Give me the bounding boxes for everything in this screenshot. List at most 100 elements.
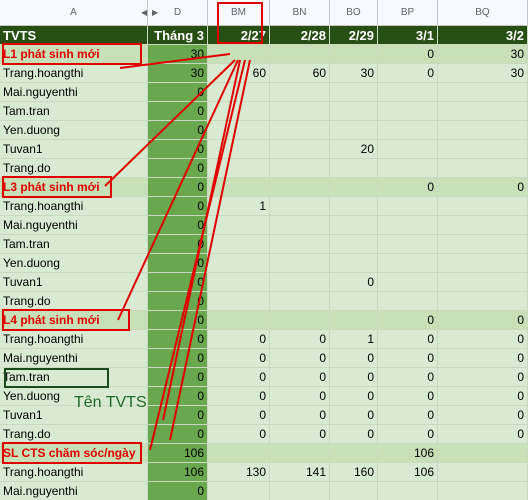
value-cell[interactable] xyxy=(378,102,438,121)
value-cell[interactable] xyxy=(330,197,378,216)
value-cell[interactable]: 0 xyxy=(148,349,208,368)
value-cell[interactable] xyxy=(378,216,438,235)
value-cell[interactable] xyxy=(270,482,330,500)
value-cell[interactable]: 0 xyxy=(148,273,208,292)
value-cell[interactable]: 20 xyxy=(330,140,378,159)
selected-cell[interactable] xyxy=(4,368,109,388)
value-cell[interactable] xyxy=(438,102,528,121)
value-cell[interactable]: 106 xyxy=(148,463,208,482)
value-cell[interactable]: 0 xyxy=(378,406,438,425)
value-cell[interactable] xyxy=(330,292,378,311)
column-header-a[interactable]: A xyxy=(0,0,148,26)
value-cell[interactable] xyxy=(438,235,528,254)
value-cell[interactable] xyxy=(270,159,330,178)
value-cell[interactable] xyxy=(438,444,528,463)
value-cell[interactable] xyxy=(330,83,378,102)
value-cell[interactable] xyxy=(378,235,438,254)
staff-name-cell[interactable]: Trang.hoangthi xyxy=(0,197,148,216)
value-cell[interactable]: 0 xyxy=(438,178,528,197)
header-date[interactable]: 2/28 xyxy=(270,26,330,45)
value-cell[interactable] xyxy=(270,45,330,64)
value-cell[interactable]: 0 xyxy=(438,425,528,444)
column-scroll-right-icon[interactable]: ▶ xyxy=(152,8,158,17)
value-cell[interactable] xyxy=(208,292,270,311)
value-cell[interactable] xyxy=(270,102,330,121)
value-cell[interactable] xyxy=(438,254,528,273)
value-cell[interactable]: 30 xyxy=(148,64,208,83)
value-cell[interactable] xyxy=(330,121,378,140)
value-cell[interactable]: 0 xyxy=(330,406,378,425)
value-cell[interactable] xyxy=(330,235,378,254)
value-cell[interactable] xyxy=(438,482,528,500)
value-cell[interactable] xyxy=(270,292,330,311)
value-cell[interactable]: 0 xyxy=(208,387,270,406)
value-cell[interactable] xyxy=(378,273,438,292)
value-cell[interactable]: 0 xyxy=(148,406,208,425)
value-cell[interactable]: 60 xyxy=(270,64,330,83)
value-cell[interactable]: 0 xyxy=(148,197,208,216)
header-date[interactable]: 3/1 xyxy=(378,26,438,45)
value-cell[interactable]: 1 xyxy=(208,197,270,216)
column-header-bo[interactable]: BO xyxy=(330,0,378,26)
value-cell[interactable] xyxy=(270,83,330,102)
value-cell[interactable] xyxy=(208,311,270,330)
value-cell[interactable] xyxy=(208,273,270,292)
value-cell[interactable]: 0 xyxy=(438,387,528,406)
value-cell[interactable] xyxy=(208,178,270,197)
value-cell[interactable] xyxy=(438,197,528,216)
value-cell[interactable] xyxy=(330,254,378,273)
value-cell[interactable]: 0 xyxy=(378,45,438,64)
value-cell[interactable] xyxy=(330,482,378,500)
value-cell[interactable] xyxy=(438,273,528,292)
value-cell[interactable] xyxy=(438,140,528,159)
value-cell[interactable] xyxy=(378,121,438,140)
column-header-bp[interactable]: BP xyxy=(378,0,438,26)
value-cell[interactable] xyxy=(208,83,270,102)
value-cell[interactable]: 30 xyxy=(438,45,528,64)
value-cell[interactable]: 0 xyxy=(148,140,208,159)
value-cell[interactable] xyxy=(270,216,330,235)
value-cell[interactable]: 0 xyxy=(378,425,438,444)
staff-name-cell[interactable]: Mai.nguyenthi xyxy=(0,216,148,235)
value-cell[interactable]: 30 xyxy=(330,64,378,83)
value-cell[interactable]: 0 xyxy=(438,368,528,387)
value-cell[interactable] xyxy=(330,159,378,178)
value-cell[interactable] xyxy=(438,121,528,140)
staff-name-cell[interactable]: Tuvan1 xyxy=(0,273,148,292)
column-scroll-left-icon[interactable]: ◀ xyxy=(141,8,147,17)
value-cell[interactable] xyxy=(378,159,438,178)
value-cell[interactable] xyxy=(270,178,330,197)
value-cell[interactable]: 0 xyxy=(148,159,208,178)
value-cell[interactable] xyxy=(208,216,270,235)
staff-name-cell[interactable]: Trang.hoangthi xyxy=(0,330,148,349)
value-cell[interactable] xyxy=(378,482,438,500)
value-cell[interactable]: 0 xyxy=(270,349,330,368)
value-cell[interactable] xyxy=(270,311,330,330)
value-cell[interactable] xyxy=(208,482,270,500)
value-cell[interactable] xyxy=(208,121,270,140)
value-cell[interactable] xyxy=(270,235,330,254)
value-cell[interactable] xyxy=(438,292,528,311)
staff-name-cell[interactable]: Trang.hoangthi xyxy=(0,64,148,83)
value-cell[interactable] xyxy=(330,178,378,197)
value-cell[interactable]: 0 xyxy=(270,387,330,406)
value-cell[interactable]: 160 xyxy=(330,463,378,482)
value-cell[interactable]: 0 xyxy=(148,121,208,140)
value-cell[interactable]: 0 xyxy=(148,387,208,406)
value-cell[interactable] xyxy=(438,216,528,235)
value-cell[interactable]: 0 xyxy=(148,482,208,500)
value-cell[interactable]: 106 xyxy=(378,444,438,463)
value-cell[interactable]: 30 xyxy=(148,45,208,64)
value-cell[interactable]: 30 xyxy=(438,64,528,83)
value-cell[interactable] xyxy=(378,83,438,102)
value-cell[interactable] xyxy=(330,45,378,64)
value-cell[interactable]: 0 xyxy=(330,349,378,368)
value-cell[interactable]: 0 xyxy=(148,178,208,197)
spreadsheet-grid[interactable]: A D BM BN BO BP BQ ◀ ▶ TVTS Tháng 3 2/27 2/28 2/29 3/1… xyxy=(0,0,528,500)
value-cell[interactable]: 0 xyxy=(438,406,528,425)
staff-name-cell[interactable]: Tam.tran xyxy=(0,102,148,121)
value-cell[interactable] xyxy=(378,140,438,159)
staff-name-cell[interactable]: Yen.duong xyxy=(0,121,148,140)
value-cell[interactable]: 0 xyxy=(148,311,208,330)
value-cell[interactable] xyxy=(438,83,528,102)
